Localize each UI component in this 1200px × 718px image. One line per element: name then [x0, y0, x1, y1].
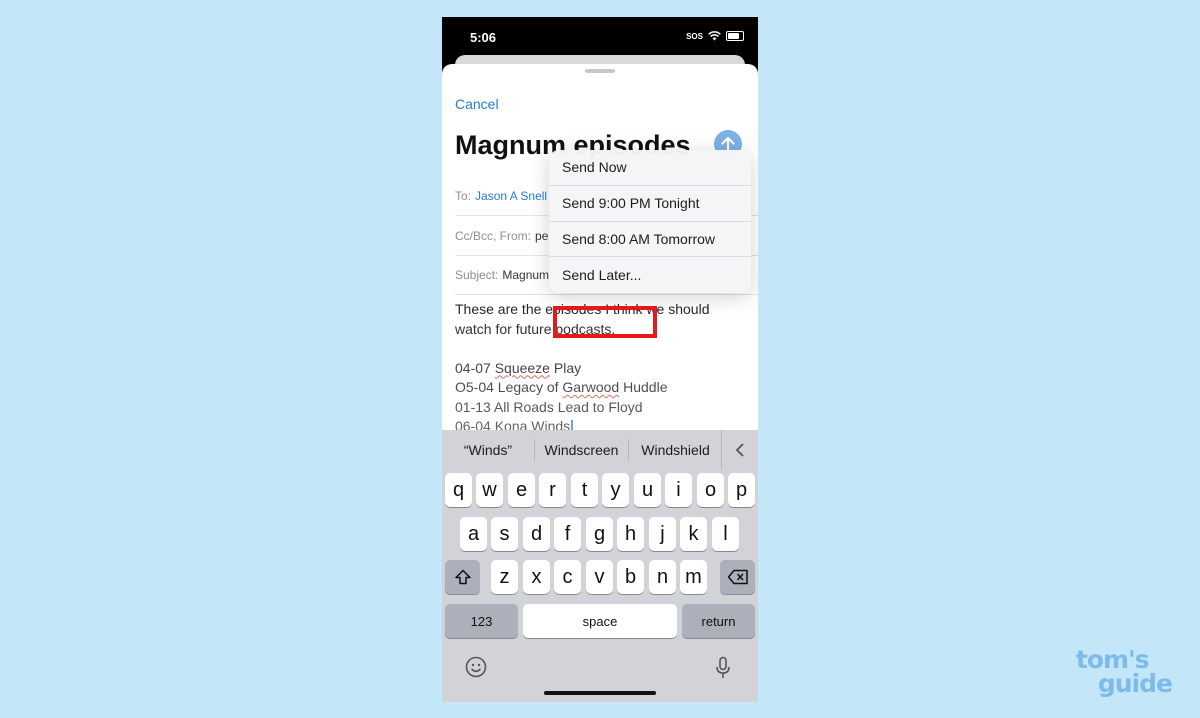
key-r[interactable]: r [539, 473, 566, 507]
delete-icon [727, 569, 748, 585]
phone-screen: 5:06 SOS Cancel Magnum episodes To: Jaso… [442, 17, 758, 702]
key-t[interactable]: t [571, 473, 598, 507]
dictation-button[interactable] [715, 656, 731, 686]
key-y[interactable]: y [602, 473, 629, 507]
cancel-button[interactable]: Cancel [455, 96, 499, 112]
key-j[interactable]: j [649, 517, 676, 551]
key-row-4: 123 space return [442, 604, 758, 638]
body-line: O5-04 Legacy of Garwood Huddle [455, 379, 668, 395]
space-key[interactable]: space [523, 604, 677, 638]
key-i[interactable]: i [665, 473, 692, 507]
misspelled-word[interactable]: Garwood [562, 379, 619, 395]
key-row-1: q w e r t y u i o p [442, 473, 758, 507]
key-b[interactable]: b [617, 560, 644, 594]
suggestion-item[interactable]: “Winds” [442, 430, 534, 470]
battery-icon [726, 31, 744, 41]
shift-key[interactable] [445, 560, 480, 594]
cc-from-label: Cc/Bcc, From: [455, 228, 532, 243]
key-d[interactable]: d [523, 517, 550, 551]
return-key[interactable]: return [682, 604, 755, 638]
key-e[interactable]: e [508, 473, 535, 507]
sheet-grabber[interactable] [585, 69, 615, 73]
key-k[interactable]: k [680, 517, 707, 551]
menu-send-tomorrow[interactable]: Send 8:00 AM Tomorrow [549, 222, 751, 258]
send-options-menu: Send Now Send 9:00 PM Tonight Send 8:00 … [549, 150, 751, 293]
key-v[interactable]: v [586, 560, 613, 594]
key-a[interactable]: a [460, 517, 487, 551]
key-row-2: a s d f g h j k l [442, 517, 758, 551]
toms-guide-logo: tom's guide [1076, 647, 1173, 698]
key-p[interactable]: p [728, 473, 755, 507]
key-o[interactable]: o [697, 473, 724, 507]
key-s[interactable]: s [491, 517, 518, 551]
key-g[interactable]: g [586, 517, 613, 551]
suggestion-item[interactable]: Windscreen [535, 430, 628, 470]
numbers-key[interactable]: 123 [445, 604, 518, 638]
menu-send-later[interactable]: Send Later... [549, 257, 751, 293]
menu-send-tonight[interactable]: Send 9:00 PM Tonight [549, 186, 751, 222]
key-n[interactable]: n [649, 560, 676, 594]
emoji-button[interactable] [465, 656, 487, 684]
to-label: To: [455, 188, 472, 203]
shift-icon [454, 569, 471, 585]
subject-label: Subject: [455, 267, 499, 282]
key-l[interactable]: l [712, 517, 739, 551]
suggestion-item[interactable]: Windshield [629, 430, 722, 470]
suggestion-bar: “Winds” Windscreen Windshield [442, 430, 758, 470]
key-w[interactable]: w [476, 473, 503, 507]
key-c[interactable]: c [554, 560, 581, 594]
home-indicator [544, 691, 656, 695]
key-row-3: z x c v b n m [442, 560, 758, 594]
collapse-suggestions-button[interactable] [721, 430, 758, 470]
key-h[interactable]: h [617, 517, 644, 551]
body-line: 01-13 All Roads Lead to Floyd [455, 398, 643, 415]
chevron-left-icon [735, 443, 744, 457]
sos-indicator: SOS [686, 31, 703, 41]
keyboard: “Winds” Windscreen Windshield q w e r t … [442, 430, 758, 702]
status-icons: SOS [686, 31, 744, 41]
subject-value: Magnum [502, 267, 550, 282]
status-time: 5:06 [470, 30, 497, 45]
logo-line-2: guide [1097, 669, 1173, 698]
delete-key[interactable] [720, 560, 755, 594]
body-line: 04-07 Squeeze Play [455, 359, 582, 376]
key-q[interactable]: q [445, 473, 472, 507]
microphone-icon [716, 656, 730, 678]
key-u[interactable]: u [634, 473, 661, 507]
emoji-icon [465, 656, 487, 678]
key-m[interactable]: m [680, 560, 707, 594]
menu-send-now[interactable]: Send Now [549, 150, 751, 186]
misspelled-word[interactable]: Squeeze [495, 360, 550, 376]
from-value: pe [535, 228, 549, 243]
key-z[interactable]: z [491, 560, 518, 594]
key-x[interactable]: x [523, 560, 550, 594]
wifi-icon [708, 31, 721, 41]
to-recipient[interactable]: Jason A Snell [475, 189, 547, 203]
key-f[interactable]: f [554, 517, 581, 551]
body-line [455, 339, 745, 359]
annotation-highlight-box [553, 306, 657, 338]
